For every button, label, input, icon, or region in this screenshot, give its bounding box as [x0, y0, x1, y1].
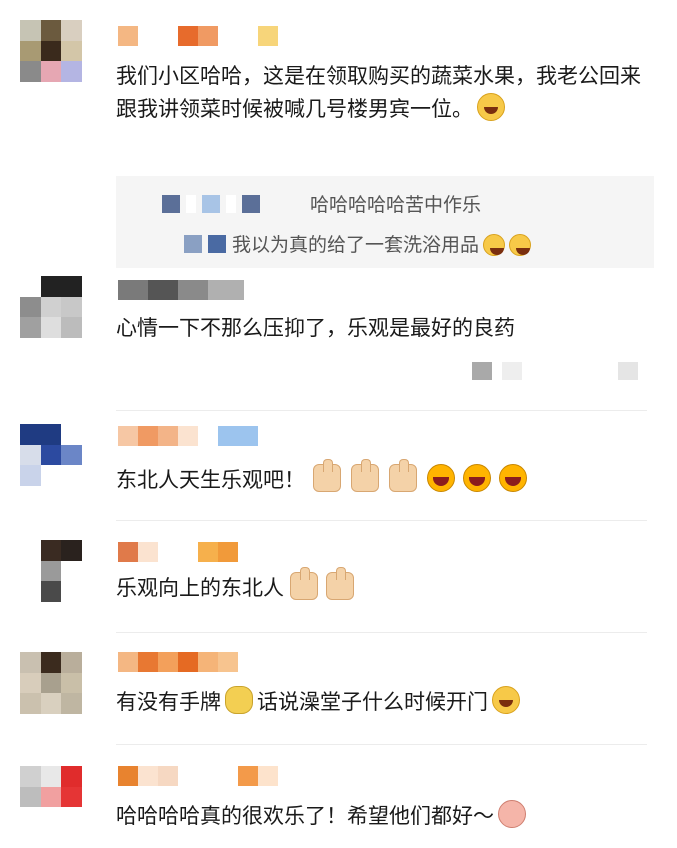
- laughing-crying-emoji: [483, 234, 506, 256]
- comment-text: 哈哈哈哈真的很欢乐了！希望他们都好～: [116, 800, 647, 833]
- username-blurred[interactable]: [118, 542, 238, 562]
- comment-text: 东北人天生乐观吧！: [116, 459, 647, 497]
- laughing-crying-emoji: [492, 686, 520, 714]
- reply-box: 哈哈哈哈哈苦中作乐 我以为真的给了一套洗浴用品: [116, 176, 654, 268]
- comment-text: 我们小区哈哈，这是在领取购买的蔬菜水果，我老公回来跟我讲领菜时候被喊几号楼男宾一…: [116, 64, 641, 121]
- thumbs-up-emoji: [389, 459, 417, 492]
- reply-2[interactable]: 我以为真的给了一套洗浴用品: [184, 230, 532, 257]
- divider: [116, 744, 647, 745]
- reply-text: 哈哈哈哈哈苦中作乐: [310, 194, 482, 216]
- comment-text: 乐观向上的东北人: [116, 567, 647, 605]
- username-blurred[interactable]: [118, 766, 278, 786]
- thumbs-up-emoji: [326, 567, 354, 600]
- username-blurred[interactable]: [118, 280, 244, 300]
- divider: [116, 410, 647, 411]
- thumbs-up-emoji: [290, 567, 318, 600]
- like-icon-blurred[interactable]: [472, 362, 492, 380]
- divider: [116, 632, 647, 633]
- thinking-emoji: [225, 686, 253, 714]
- thumbs-up-emoji: [313, 459, 341, 492]
- avatar[interactable]: [20, 652, 82, 714]
- avatar[interactable]: [20, 766, 82, 828]
- username-blurred[interactable]: [118, 26, 278, 46]
- grinning-emoji: [463, 464, 491, 492]
- comment-text: 心情一下不那么压抑了，乐观是最好的良药: [116, 316, 515, 340]
- reply-text: 我以为真的给了一套洗浴用品: [232, 234, 480, 256]
- reply-user-blurred: [162, 195, 180, 213]
- laughing-crying-emoji: [509, 234, 532, 256]
- grinning-emoji: [499, 464, 527, 492]
- reply-1[interactable]: 哈哈哈哈哈苦中作乐: [162, 190, 481, 217]
- divider: [116, 520, 647, 521]
- grinning-emoji: [427, 464, 455, 492]
- avatar[interactable]: [20, 20, 82, 82]
- reply-user-blurred: [184, 235, 202, 253]
- avatar[interactable]: [20, 424, 82, 486]
- avatar[interactable]: [20, 540, 82, 602]
- pig-emoji: [498, 800, 526, 828]
- comment-text: 有没有手牌 话说澡堂子什么时候开门: [116, 686, 647, 719]
- username-blurred[interactable]: [118, 652, 238, 672]
- username-blurred[interactable]: [118, 426, 258, 446]
- laughing-crying-emoji: [477, 93, 505, 121]
- thumbs-up-emoji: [351, 459, 379, 492]
- avatar[interactable]: [20, 276, 82, 338]
